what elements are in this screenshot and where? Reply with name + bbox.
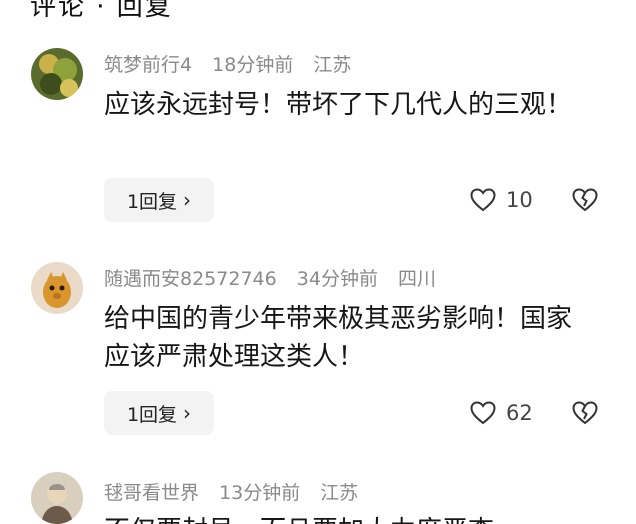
timestamp: 13分钟前: [219, 482, 301, 504]
location: 江苏: [313, 54, 352, 76]
comment-meta: 随遇而安82572746 34分钟前 四川: [104, 264, 450, 291]
like-count: 10: [506, 188, 533, 212]
comment-meta: 筑梦前行4 18分钟前 江苏: [104, 50, 365, 77]
chevron-right-icon: ›: [183, 401, 192, 425]
timestamp: 18分钟前: [212, 54, 294, 76]
chevron-right-icon: ›: [183, 188, 192, 212]
like-count: 62: [506, 401, 533, 425]
comment-text: 不仅要封号，而且要加大力度严查: [104, 510, 494, 524]
broken-heart-icon: [572, 188, 598, 212]
location: 四川: [398, 268, 437, 290]
comment-meta: 毬哥看世界 13分钟前 江苏: [104, 478, 372, 505]
username[interactable]: 毬哥看世界: [104, 482, 199, 504]
heart-icon: [470, 188, 496, 212]
timestamp: 34分钟前: [296, 268, 378, 290]
location: 江苏: [320, 482, 359, 504]
comment-text: 给中国的青少年带来极其恶劣影响！国家应该严肃处理这类人！: [104, 304, 573, 372]
broken-heart-icon: [572, 401, 598, 425]
avatar[interactable]: [31, 48, 83, 100]
username[interactable]: 筑梦前行4: [104, 54, 192, 76]
dislike-button[interactable]: [572, 178, 598, 222]
reply-label: 1回复: [126, 190, 178, 213]
reply-label: 1回复: [126, 403, 178, 426]
dislike-button[interactable]: [572, 391, 598, 435]
reply-button[interactable]: 1回复 ›: [104, 178, 214, 222]
reply-button[interactable]: 1回复 ›: [104, 391, 214, 435]
like-button[interactable]: 62: [470, 391, 533, 435]
avatar[interactable]: [31, 472, 83, 524]
previous-content-cut: 评论 · 回复: [30, 0, 173, 22]
heart-icon: [470, 401, 496, 425]
username[interactable]: 随遇而安82572746: [104, 268, 277, 290]
like-button[interactable]: 10: [470, 178, 533, 222]
comment-text: 应该永远封号！带坏了下几代人的三观！: [104, 90, 573, 120]
avatar[interactable]: [31, 262, 83, 314]
